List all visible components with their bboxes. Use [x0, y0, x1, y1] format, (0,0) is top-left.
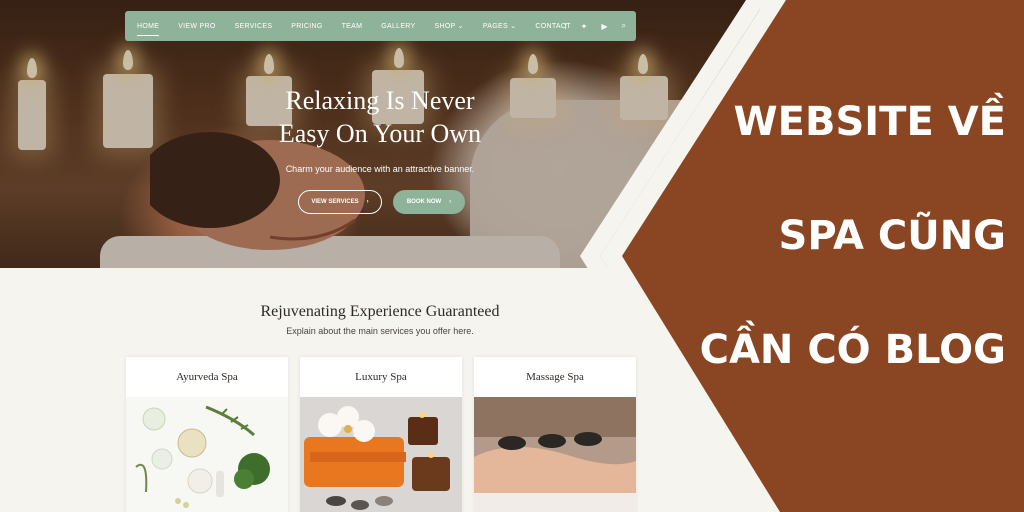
banner-line-2: SPA CŨNG [778, 213, 1006, 259]
banner-line-1: WEBSITE VỀ [733, 99, 1006, 145]
banner-line-3: CẦN CÓ BLOG [699, 327, 1006, 373]
